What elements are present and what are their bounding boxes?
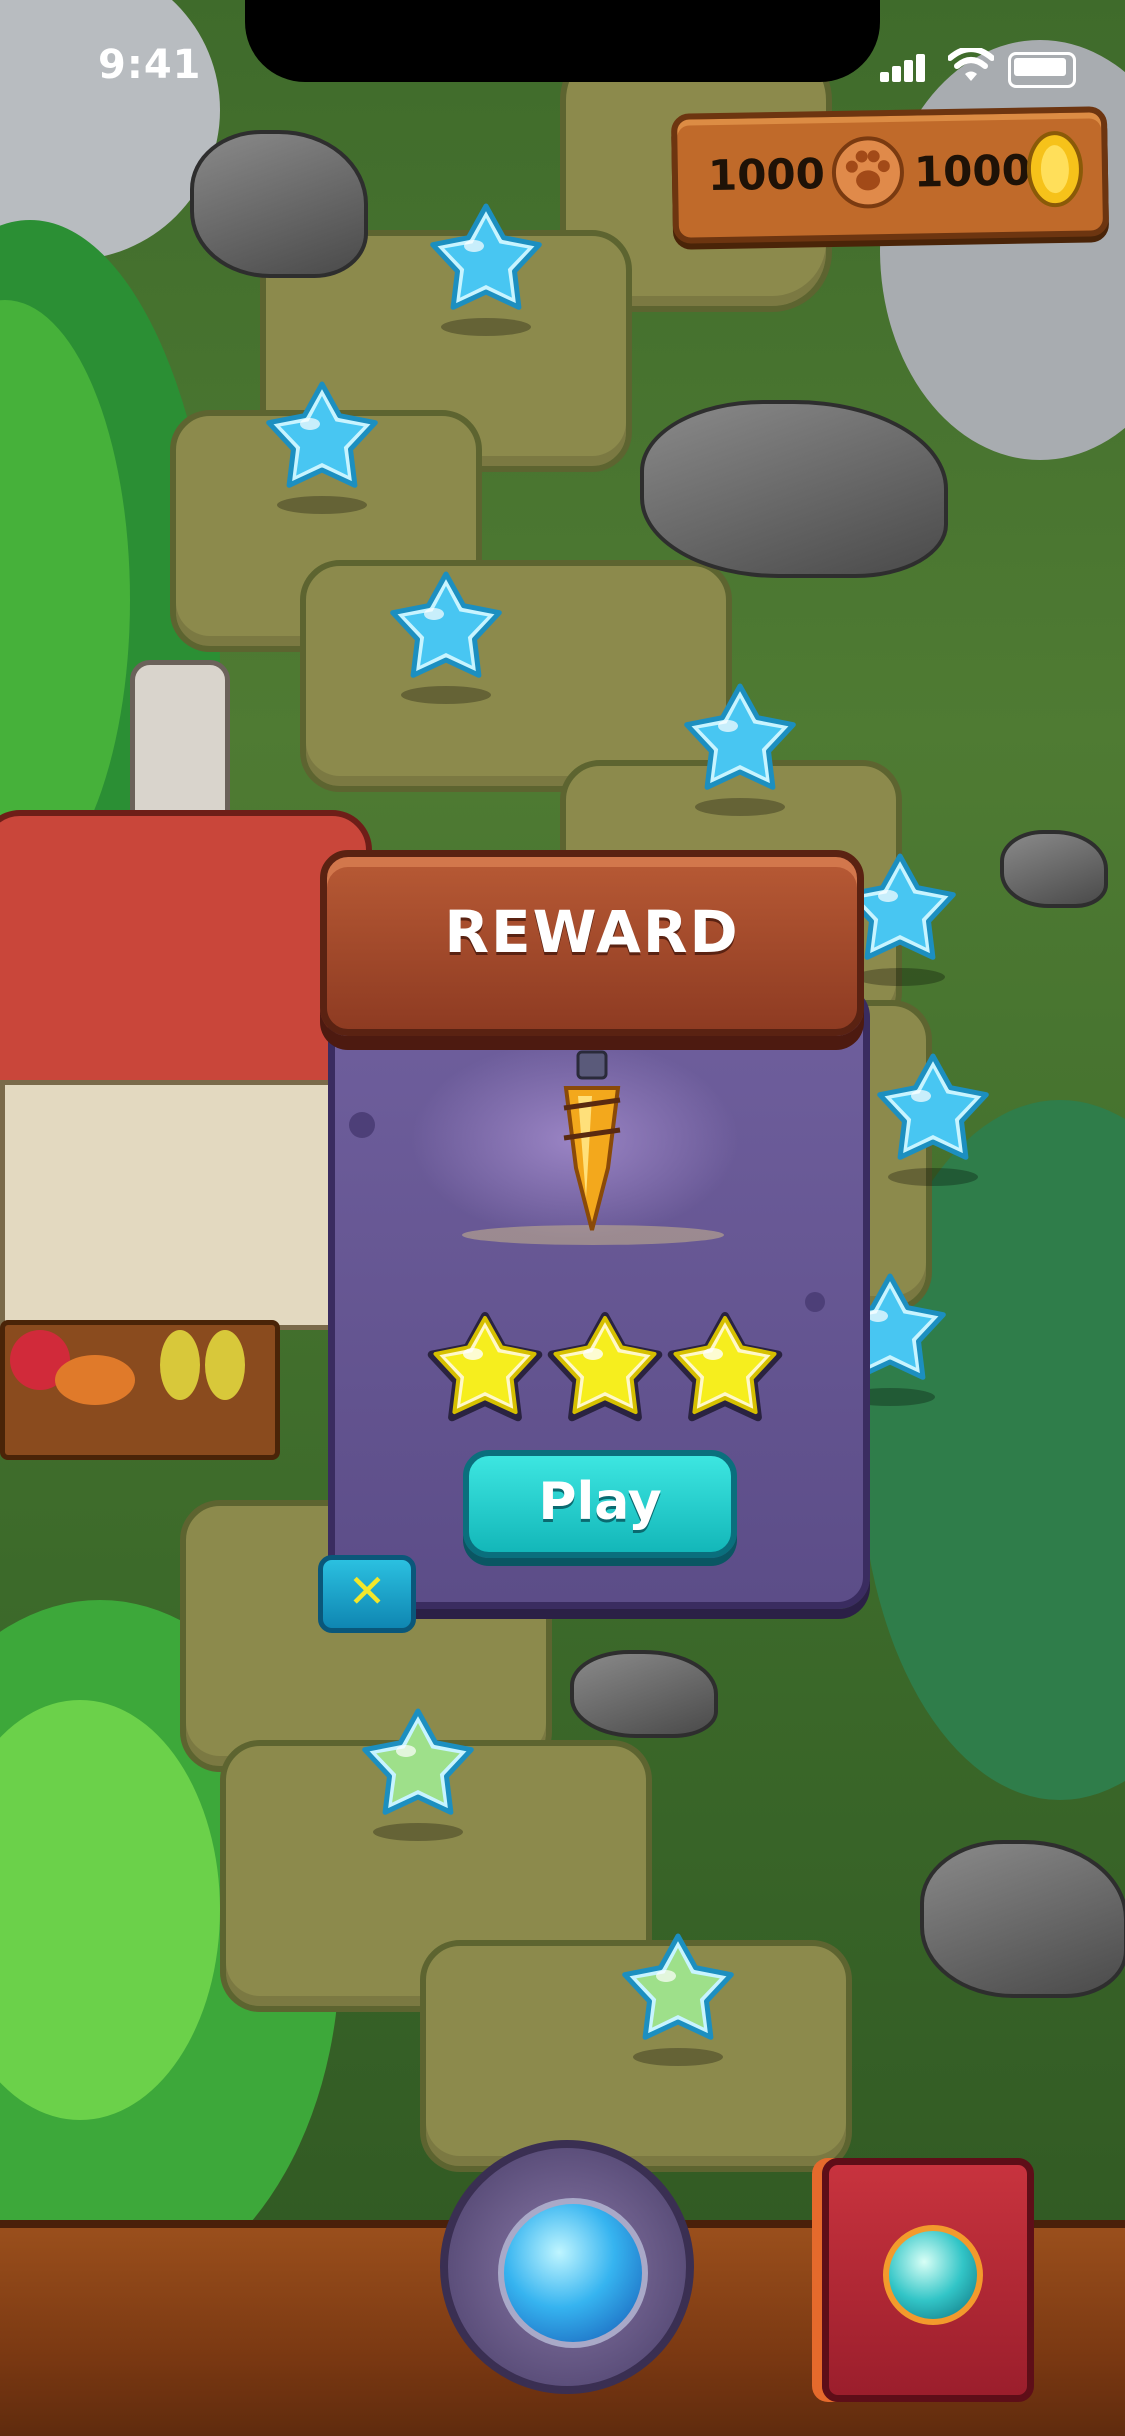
rock [640, 400, 948, 578]
panel-dent [805, 1292, 825, 1312]
coins-count: 1000 [913, 145, 1032, 197]
device-notch [245, 0, 880, 82]
level-node-locked[interactable] [426, 200, 546, 320]
coin-icon [1026, 131, 1083, 208]
path-stone [300, 560, 732, 792]
level-node-locked[interactable] [262, 378, 382, 498]
level-node-shadow [695, 798, 785, 816]
portal-button[interactable] [440, 2140, 694, 2394]
close-button[interactable]: ✕ [318, 1555, 416, 1633]
earned-star-icon [665, 1310, 785, 1430]
level-star-icon [622, 1933, 734, 2040]
portal-orb-icon [498, 2198, 648, 2348]
pineapple [160, 1330, 200, 1400]
level-node-shadow [401, 686, 491, 704]
level-node-locked[interactable] [680, 680, 800, 800]
pineapple [205, 1330, 245, 1400]
game-map: 9:41 1000 1000 REWARD Play ✕ [0, 0, 1125, 2436]
level-node-shadow [633, 2048, 723, 2066]
oranges [55, 1355, 135, 1405]
level-node-shadow [888, 1168, 978, 1186]
level-node-locked[interactable] [386, 568, 506, 688]
level-star-icon [266, 381, 378, 488]
paw-icon [831, 136, 904, 209]
house-wall [0, 1080, 340, 1330]
panel-dent [349, 1112, 375, 1138]
earned-star-icon [425, 1310, 545, 1430]
rock [570, 1650, 718, 1738]
level-node-unlocked[interactable] [358, 1705, 478, 1825]
level-node-shadow [441, 318, 531, 336]
earned-star-icon [545, 1310, 665, 1430]
play-button[interactable]: Play [463, 1450, 737, 1558]
level-star-icon [877, 1053, 989, 1160]
rock [190, 130, 368, 278]
level-node-shadow [373, 1823, 463, 1841]
level-node-locked[interactable] [873, 1050, 993, 1170]
spellbook-gem-icon [883, 2225, 983, 2325]
paws-count: 1000 [707, 149, 826, 201]
reward-title: REWARD [444, 898, 740, 966]
level-node-shadow [855, 968, 945, 986]
level-star-icon [362, 1708, 474, 1815]
level-node-unlocked[interactable] [618, 1930, 738, 2050]
level-star-icon [390, 571, 502, 678]
wifi-icon [948, 48, 994, 81]
rock [1000, 830, 1108, 908]
battery-icon [1008, 52, 1076, 88]
spellbook-button[interactable] [822, 2158, 1034, 2402]
amber-crystal-icon [563, 1050, 621, 1231]
cliff-top-right [880, 40, 1125, 460]
rock [920, 1840, 1125, 1998]
chimney [130, 660, 230, 820]
level-star-icon [684, 683, 796, 790]
level-star-icon [430, 203, 542, 310]
status-time: 9:41 [98, 42, 202, 88]
level-node-shadow [277, 496, 367, 514]
currency-board: 1000 1000 [670, 106, 1110, 244]
signal-icon [880, 52, 925, 82]
